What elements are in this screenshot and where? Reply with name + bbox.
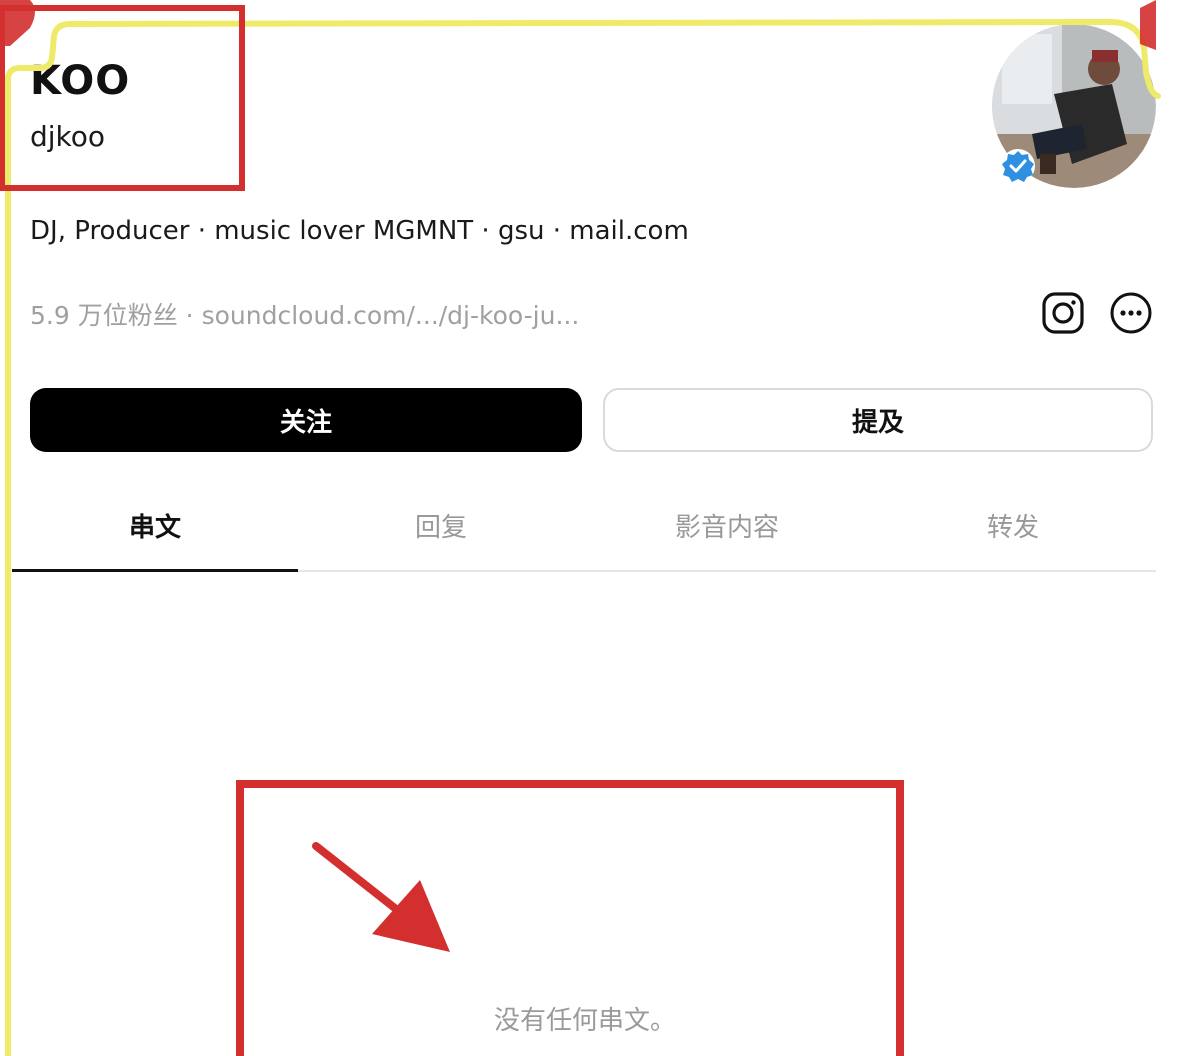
red-arrow-head [372, 880, 450, 952]
empty-state-message: 没有任何串文。 [493, 1006, 676, 1036]
tab-threads[interactable]: 串文 [12, 488, 298, 572]
instagram-icon [1042, 292, 1084, 334]
profile-meta: 5.9 万位粉丝 · soundcloud.com/.../dj-koo-ju.… [30, 296, 1010, 332]
meta-separator: · [185, 301, 194, 330]
profile-tabs: 串文 回复 影音内容 转发 [12, 488, 1156, 572]
mention-button[interactable]: 提及 [603, 388, 1153, 452]
followers-count[interactable]: 5.9 万位粉丝 [30, 301, 178, 330]
red-arrow-shaft [312, 842, 414, 924]
username: djkoo [30, 120, 106, 153]
verified-badge-icon [1001, 149, 1035, 183]
follow-button[interactable]: 关注 [30, 388, 582, 452]
tab-reposts[interactable]: 转发 [870, 488, 1156, 570]
more-options-button[interactable] [1108, 290, 1154, 336]
avatar[interactable] [992, 24, 1156, 188]
display-name: KOO [30, 58, 131, 104]
tab-media[interactable]: 影音内容 [584, 488, 870, 570]
bio: DJ, Producer · music lover MGMNT · gsu ·… [30, 216, 689, 246]
more-options-icon [1110, 292, 1152, 334]
threads-profile-page: KOO djkoo DJ, Producer · music lover MGM… [0, 0, 1200, 1056]
tab-replies[interactable]: 回复 [298, 488, 584, 570]
profile-link[interactable]: soundcloud.com/.../dj-koo-ju... [202, 301, 580, 330]
red-corner-mark-right [1140, 0, 1156, 50]
instagram-button[interactable] [1040, 290, 1086, 336]
red-corner-mark-left [0, 0, 35, 46]
